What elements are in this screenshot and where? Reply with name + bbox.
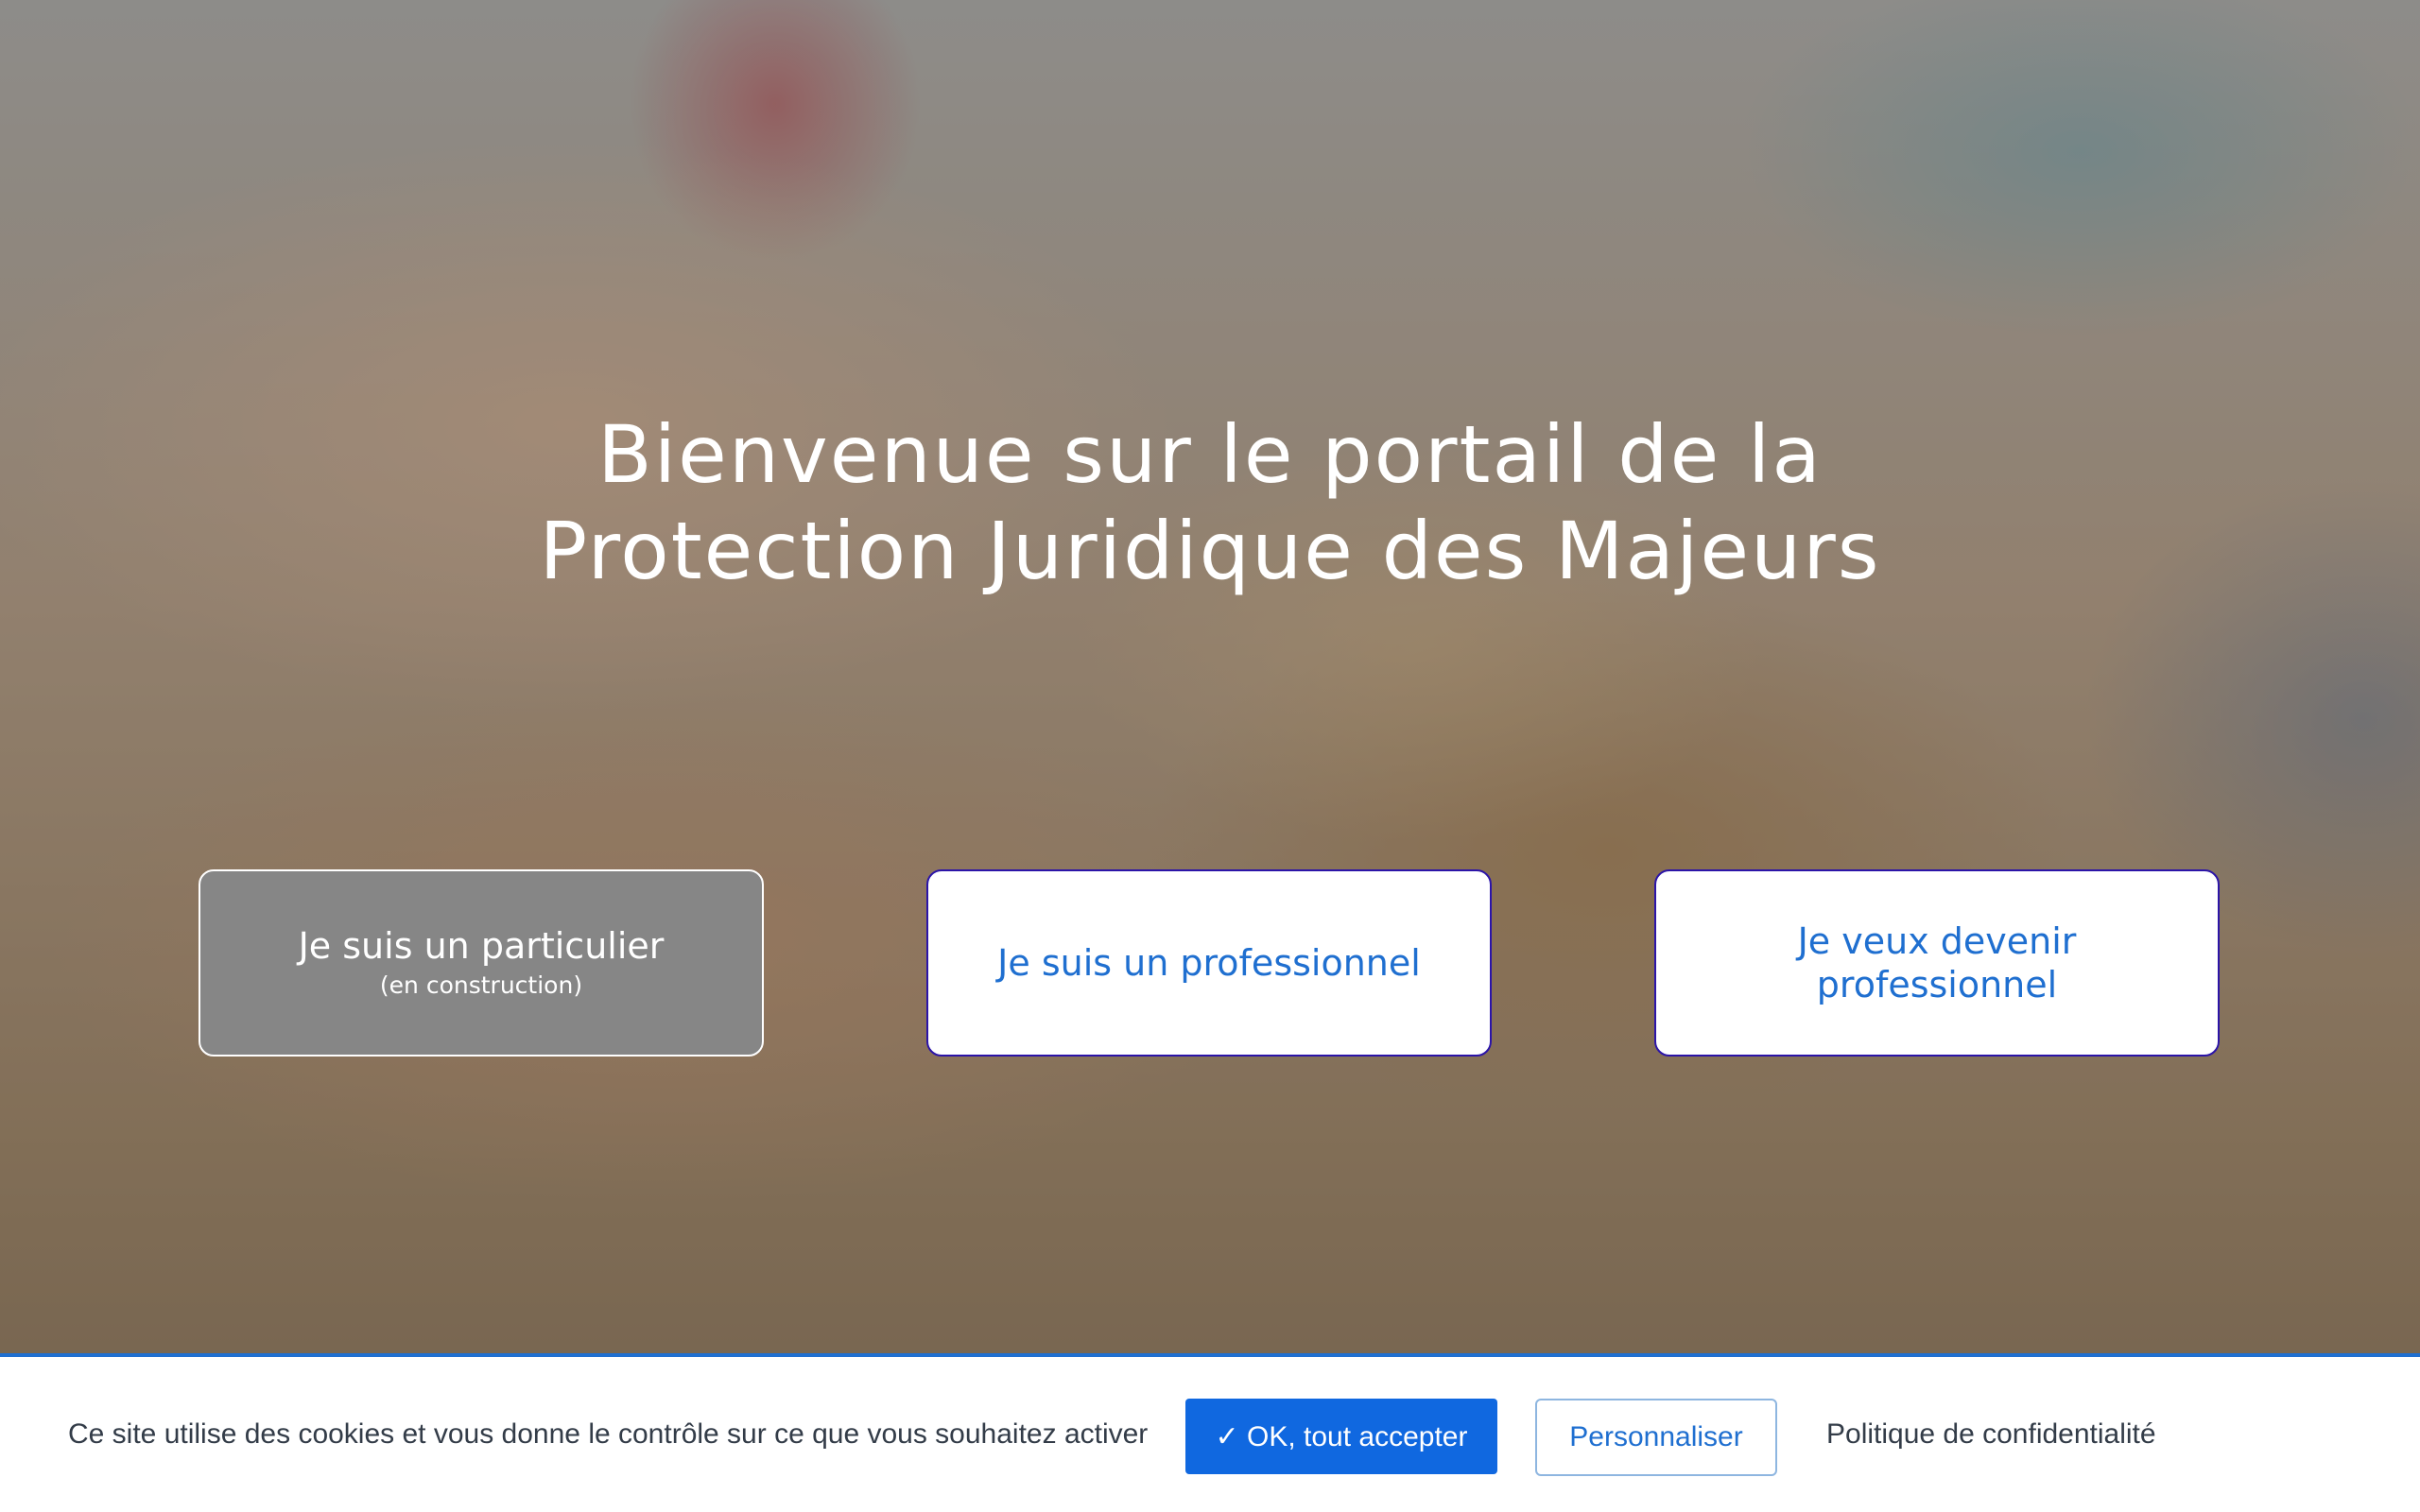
particulier-button-label: Je suis un particulier [298,925,665,967]
professionnel-button-label: Je suis un professionnel [997,942,1421,984]
hero-background-image [0,0,2420,1512]
cookie-banner: Ce site utilise des cookies et vous donn… [0,1353,2420,1512]
devenir-professionnel-button[interactable]: Je veux devenir professionnel [1654,869,2220,1057]
accept-all-cookies-button[interactable]: ✓ OK, tout accepter [1185,1399,1497,1474]
devenir-professionnel-button-label: Je veux devenir professionnel [1797,920,2077,1005]
cookie-banner-text: Ce site utilise des cookies et vous donn… [68,1418,1149,1450]
page: Bienvenue sur le portail de la Protectio… [0,0,2420,1512]
hero-title-line-2: Protection Juridique des Majeurs [539,505,1881,597]
hero-title: Bienvenue sur le portail de la Protectio… [0,406,2420,599]
professionnel-button[interactable]: Je suis un professionnel [926,869,1492,1057]
customize-cookies-button[interactable]: Personnaliser [1535,1399,1777,1476]
particulier-button-sublabel: (en construction) [379,971,583,999]
hero-title-line-1: Bienvenue sur le portail de la [597,408,1823,501]
particulier-button[interactable]: Je suis un particulier (en construction) [199,869,764,1057]
privacy-policy-link[interactable]: Politique de confidentialité [1826,1357,2156,1512]
